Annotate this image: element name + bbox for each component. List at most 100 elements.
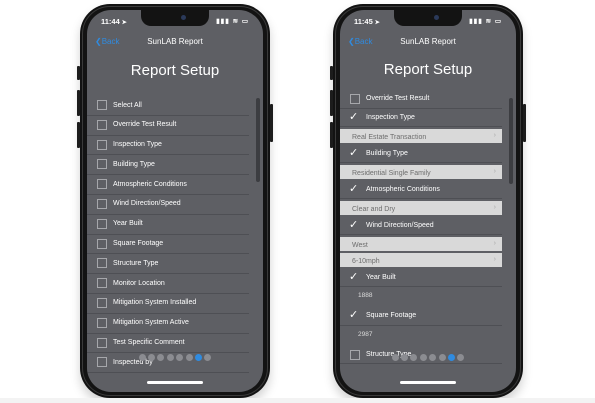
chevron-right-icon: › xyxy=(493,203,496,211)
checkmark-icon[interactable]: ✓ xyxy=(349,218,358,232)
value-row[interactable]: 2987 xyxy=(340,326,502,346)
notch xyxy=(394,10,462,26)
page-dot[interactable] xyxy=(391,354,399,361)
nav-title: SunLAB Report xyxy=(400,37,456,46)
page-dot[interactable] xyxy=(410,354,418,361)
volume-up-button xyxy=(77,90,80,116)
option-row[interactable]: ✓ Year Built xyxy=(340,269,502,287)
option-label: Year Built xyxy=(366,273,396,281)
camera-icon xyxy=(434,15,439,20)
home-indicator[interactable] xyxy=(400,381,456,384)
option-row[interactable]: Structure Type xyxy=(87,254,249,275)
select-value: Real Estate Transaction xyxy=(352,133,427,141)
select-value: Residential Single Family xyxy=(352,169,431,177)
checkmark-icon[interactable]: ✓ xyxy=(349,270,358,284)
option-row[interactable]: Inspection Type xyxy=(87,136,249,156)
checkmark-icon[interactable]: ✓ xyxy=(349,146,358,160)
checkbox[interactable] xyxy=(97,297,107,308)
home-indicator[interactable] xyxy=(147,381,203,384)
checkbox[interactable] xyxy=(97,198,107,209)
checkbox[interactable] xyxy=(97,100,107,110)
select-value: West xyxy=(352,241,368,249)
option-row[interactable]: Override Test Result xyxy=(87,116,249,136)
floor-shadow xyxy=(0,398,595,403)
screen: 11:45 ➤ ▮▮▮ ≋ ▭ ❮Back SunLAB Report Repor… xyxy=(340,10,516,392)
option-row[interactable]: ✓ Building Type xyxy=(340,145,502,163)
checkmark-icon[interactable]: ✓ xyxy=(349,308,358,322)
option-label: Atmospheric Conditions xyxy=(366,185,440,193)
page-dot[interactable] xyxy=(438,354,446,361)
option-row[interactable]: Atmospheric Conditions xyxy=(87,175,249,195)
page-dot[interactable] xyxy=(419,354,427,361)
option-row[interactable]: Select All xyxy=(87,96,249,116)
option-label: Monitor Location xyxy=(113,279,165,287)
select-row[interactable]: Real Estate Transaction › xyxy=(340,128,502,143)
status-icons: ▮▮▮ ≋ ▭ xyxy=(216,18,249,25)
chevron-right-icon: › xyxy=(493,131,496,139)
checkbox[interactable] xyxy=(97,119,107,130)
page-dot[interactable] xyxy=(148,354,156,361)
select-row[interactable]: Clear and Dry › xyxy=(340,200,502,215)
scrollbar[interactable] xyxy=(256,98,260,182)
page-dot[interactable] xyxy=(138,354,146,361)
select-row[interactable]: Residential Single Family › xyxy=(340,164,502,179)
options-list: Select All Override Test Result Inspection… xyxy=(87,96,249,374)
option-row[interactable]: Square Footage xyxy=(87,235,249,255)
checkmark-icon[interactable]: ✓ xyxy=(349,182,358,196)
checkbox[interactable] xyxy=(97,258,107,269)
page-dot[interactable] xyxy=(457,354,465,361)
page-dot[interactable] xyxy=(447,354,455,361)
nav-bar: ❮Back SunLAB Report xyxy=(87,32,263,52)
page-dot[interactable] xyxy=(194,354,202,361)
option-row[interactable]: ✓ Atmospheric Conditions xyxy=(340,181,502,199)
page-dot[interactable] xyxy=(166,354,174,361)
option-row[interactable]: ✓ Wind Direction/Speed xyxy=(340,217,502,235)
notch xyxy=(141,10,209,26)
mute-switch xyxy=(330,66,333,80)
screen: 11:44 ➤ ▮▮▮ ≋ ▭ ❮Back SunLAB Report Repor… xyxy=(87,10,263,392)
option-row[interactable]: ✓ Square Footage xyxy=(340,307,502,326)
page-dot[interactable] xyxy=(176,354,184,361)
page-indicator[interactable] xyxy=(87,348,263,366)
scrollbar[interactable] xyxy=(509,98,513,184)
select-row[interactable]: 6-10mph › xyxy=(340,252,502,267)
phone-left: 11:44 ➤ ▮▮▮ ≋ ▭ ❮Back SunLAB Report Repor… xyxy=(77,4,273,398)
checkbox[interactable] xyxy=(350,94,360,104)
page-dot[interactable] xyxy=(429,354,437,361)
option-row[interactable]: Monitor Location xyxy=(87,274,249,294)
volume-up-button xyxy=(330,90,333,116)
status-icons: ▮▮▮ ≋ ▭ xyxy=(469,18,502,25)
location-arrow-icon: ➤ xyxy=(374,20,380,26)
page-dot[interactable] xyxy=(204,354,212,361)
field-value: 1888 xyxy=(358,292,373,299)
option-row[interactable]: Year Built xyxy=(87,215,249,235)
option-label: Test Specific Comment xyxy=(113,339,185,347)
checkbox[interactable] xyxy=(97,337,107,348)
option-row[interactable]: Wind Direction/Speed xyxy=(87,195,249,215)
option-row[interactable]: Mitigation System Installed xyxy=(87,294,249,314)
checkbox[interactable] xyxy=(97,238,107,249)
option-label: Square Footage xyxy=(366,312,417,319)
checkbox[interactable] xyxy=(97,179,107,190)
select-value: Clear and Dry xyxy=(352,205,396,213)
page-indicator[interactable] xyxy=(340,348,516,366)
checkbox[interactable] xyxy=(97,218,107,229)
page-dot[interactable] xyxy=(401,354,409,361)
checkbox[interactable] xyxy=(97,139,107,150)
option-label: Wind Direction/Speed xyxy=(366,221,434,229)
option-row[interactable]: Building Type xyxy=(87,155,249,176)
page-dot[interactable] xyxy=(185,354,193,361)
checkbox[interactable] xyxy=(97,159,107,170)
page-dot[interactable] xyxy=(157,354,165,361)
camera-icon xyxy=(181,15,186,20)
option-row[interactable]: ✓ Inspection Type xyxy=(340,109,502,127)
option-row[interactable]: Override Test Result xyxy=(340,90,502,109)
checkbox[interactable] xyxy=(97,278,107,289)
value-row[interactable]: 1888 xyxy=(340,287,502,307)
select-row[interactable]: West › xyxy=(340,236,502,251)
select-value: 6-10mph xyxy=(352,257,380,265)
volume-down-button xyxy=(330,122,333,148)
option-row[interactable]: Mitigation System Active xyxy=(87,314,249,334)
checkbox[interactable] xyxy=(97,317,107,328)
checkmark-icon[interactable]: ✓ xyxy=(349,110,358,124)
